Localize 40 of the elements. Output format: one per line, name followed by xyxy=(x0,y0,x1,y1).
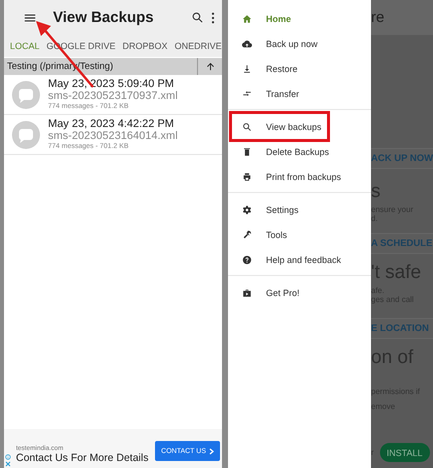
backup-date: May 23, 2023 4:42:22 PM xyxy=(48,118,175,130)
search-icon xyxy=(242,122,252,132)
drawer-item[interactable]: View backups xyxy=(228,114,371,139)
trash-icon xyxy=(242,146,252,156)
info-icon xyxy=(5,454,11,460)
wrench-icon xyxy=(242,230,252,240)
help-icon xyxy=(242,254,252,264)
download-icon xyxy=(242,64,252,74)
chevron-icon xyxy=(209,448,214,454)
more-options-icon[interactable] xyxy=(210,10,216,24)
screen-title: View Backups xyxy=(53,9,155,26)
drawer-item[interactable]: Delete Backups xyxy=(228,139,371,164)
up-arrow-icon[interactable] xyxy=(204,61,216,72)
install-button[interactable]: INSTALL xyxy=(380,443,430,462)
drawer-item[interactable]: Home xyxy=(228,6,371,31)
drawer-item[interactable]: Get Pro! xyxy=(228,280,371,305)
screen-title: re xyxy=(371,9,384,26)
message-icon xyxy=(12,80,40,108)
backup-filename: sms-20230523164014.xml xyxy=(48,130,178,143)
home-icon xyxy=(242,14,252,24)
drawer-item[interactable]: Print from backups xyxy=(228,164,371,189)
transfer-icon xyxy=(242,88,252,98)
tab[interactable]: ONEDRIVE xyxy=(174,41,222,51)
tab[interactable]: LOCAL xyxy=(10,41,40,51)
drawer-item[interactable]: Help and feedback xyxy=(228,247,371,272)
drawer-item[interactable]: Tools xyxy=(228,222,371,247)
printer-icon xyxy=(242,172,252,182)
backup-filename: sms-20230523170937.xml xyxy=(48,90,178,103)
tab[interactable]: DROPBOX xyxy=(122,41,168,51)
drawer-item[interactable]: Transfer xyxy=(228,81,371,106)
drawer-item[interactable]: Settings xyxy=(228,197,371,222)
shopping-bag-icon xyxy=(242,288,252,298)
close-icon[interactable] xyxy=(5,461,11,467)
search-icon[interactable] xyxy=(191,11,204,24)
drawer-item[interactable]: Restore xyxy=(228,56,371,81)
drawer-item[interactable]: Back up now xyxy=(228,31,371,56)
ad-headline: Contact Us For More Details xyxy=(16,452,150,464)
cloud-upload-icon xyxy=(242,38,252,48)
message-icon xyxy=(12,120,40,148)
settings-icon xyxy=(242,204,252,214)
